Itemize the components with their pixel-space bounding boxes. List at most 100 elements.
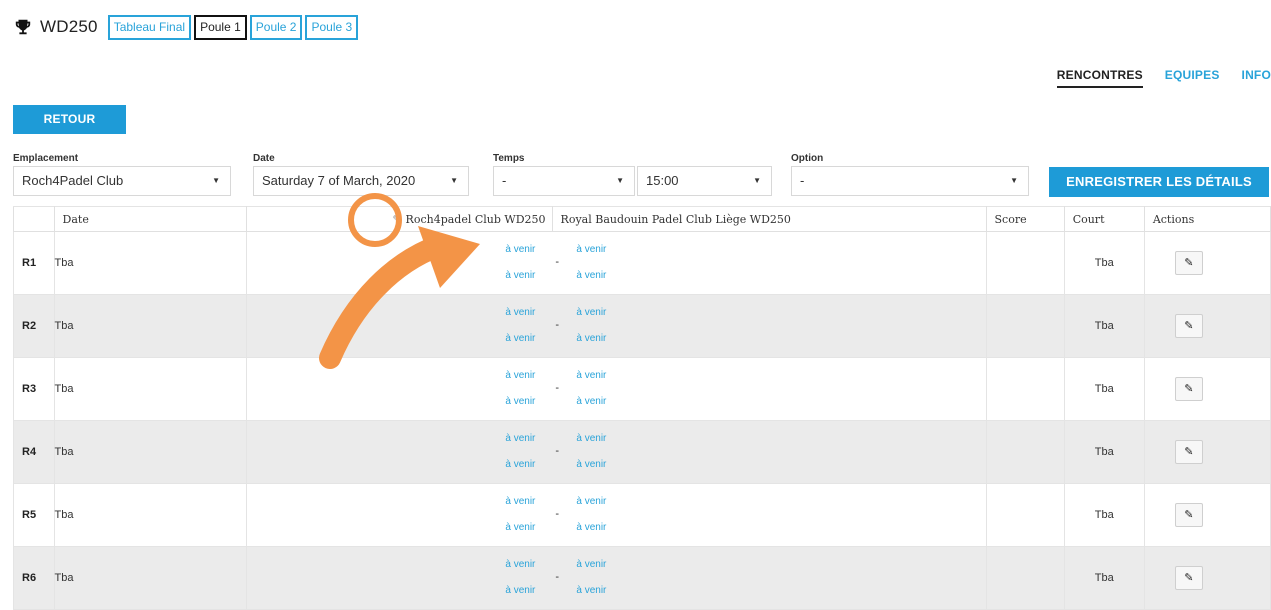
match-score (985, 231, 1065, 295)
round-label: R1 (13, 231, 55, 295)
match-actions: ✎ (1143, 357, 1271, 421)
team1-player2-link[interactable]: à venir (505, 459, 535, 470)
match-date: Tba (53, 420, 248, 484)
emplacement-value: Roch4Padel Club (22, 173, 124, 188)
option-value: - (800, 173, 805, 188)
match-court: Tba (1063, 420, 1145, 484)
team2-player1-link[interactable]: à venir (576, 433, 606, 444)
chevron-down-icon: ▼ (212, 176, 220, 185)
tab-poule-1[interactable]: Poule 1 (194, 14, 247, 40)
team1-player1-link[interactable]: à venir (505, 433, 535, 444)
team2-player1-link[interactable]: à venir (576, 307, 606, 318)
edit-match-button[interactable]: ✎ (1174, 503, 1203, 527)
match-court: Tba (1063, 357, 1145, 421)
match-score (985, 546, 1065, 610)
chevron-down-icon: ▼ (616, 176, 624, 185)
edit-match-button[interactable]: ✎ (1174, 251, 1203, 275)
tab-poule-2[interactable]: Poule 2 (249, 14, 303, 40)
table-row: R5 Tba à venir à venir - à venir à venir… (13, 483, 1271, 547)
edit-icon[interactable]: ✎ (392, 213, 401, 226)
match-actions: ✎ (1143, 294, 1271, 358)
match-separator: - (555, 571, 560, 583)
table-row: R4 Tba à venir à venir - à venir à venir… (13, 420, 1271, 484)
retour-button[interactable]: RETOUR (13, 105, 126, 134)
team2-player1-link[interactable]: à venir (576, 244, 606, 255)
team1-player2-link[interactable]: à venir (505, 270, 535, 281)
match-separator: - (555, 319, 560, 331)
team1-player2-link[interactable]: à venir (505, 585, 535, 596)
match-actions: ✎ (1143, 231, 1271, 295)
team1-player2-link[interactable]: à venir (505, 333, 535, 344)
team2-player2-link[interactable]: à venir (576, 459, 606, 470)
nav-rencontres[interactable]: RENCONTRES (1056, 68, 1143, 88)
match-separator: - (555, 508, 560, 520)
team2-player2-link[interactable]: à venir (576, 396, 606, 407)
team2-player2-link[interactable]: à venir (576, 333, 606, 344)
round-label: R2 (13, 294, 55, 358)
edit-match-button[interactable]: ✎ (1174, 566, 1203, 590)
match-teams: à venir à venir - à venir à venir (246, 357, 987, 421)
section-nav: RENCONTRES EQUIPES INFO (1035, 68, 1271, 88)
round-label: R5 (13, 483, 55, 547)
team1-player2-link[interactable]: à venir (505, 396, 535, 407)
team1-player1-link[interactable]: à venir (505, 559, 535, 570)
matches-table: Date ✎ Roch4padel Club WD250 Royal Baudou… (13, 206, 1271, 610)
edit-match-button[interactable]: ✎ (1174, 377, 1203, 401)
team2-player2-link[interactable]: à venir (576, 270, 606, 281)
nav-info[interactable]: INFO (1242, 68, 1271, 88)
edit-icon: ✎ (1184, 446, 1194, 458)
table-row: R6 Tba à venir à venir - à venir à venir… (13, 546, 1271, 610)
round-label: R6 (13, 546, 55, 610)
team1-player1-link[interactable]: à venir (505, 307, 535, 318)
match-teams: à venir à venir - à venir à venir (246, 294, 987, 358)
round-label: R3 (13, 357, 55, 421)
table-row: R1 Tba à venir à venir - à venir à venir… (13, 231, 1271, 295)
save-details-button[interactable]: ENREGISTRER LES DÉTAILS (1049, 167, 1269, 197)
match-date: Tba (53, 546, 248, 610)
temps-value: - (502, 173, 507, 188)
team1-player1-link[interactable]: à venir (505, 244, 535, 255)
team2-player2-link[interactable]: à venir (576, 522, 606, 533)
team2-player1-link[interactable]: à venir (576, 496, 606, 507)
table-header-row: Date ✎ Roch4padel Club WD250 Royal Baudou… (13, 206, 1271, 232)
team2-player2-link[interactable]: à venir (576, 585, 606, 596)
date-value: Saturday 7 of March, 2020 (262, 173, 416, 188)
team2-player1-link[interactable]: à venir (576, 559, 606, 570)
match-teams: à venir à venir - à venir à venir (246, 420, 987, 484)
score-header: Score (985, 206, 1065, 232)
edit-icon: ✎ (1184, 320, 1194, 332)
tournament-header: WD250 Tableau Final Poule 1 Poule 2 Poul… (14, 14, 361, 40)
match-actions: ✎ (1143, 420, 1271, 484)
edit-icon: ✎ (1184, 383, 1194, 395)
edit-icon: ✎ (1184, 572, 1194, 584)
team1-header-label: Roch4padel Club WD250 (405, 212, 546, 226)
date-select[interactable]: Saturday 7 of March, 2020 ▼ (253, 166, 469, 196)
chevron-down-icon: ▼ (450, 176, 458, 185)
edit-match-button[interactable]: ✎ (1174, 440, 1203, 464)
match-teams: à venir à venir - à venir à venir (246, 483, 987, 547)
match-date: Tba (53, 357, 248, 421)
team1-player1-link[interactable]: à venir (505, 370, 535, 381)
match-court: Tba (1063, 294, 1145, 358)
team2-player1-link[interactable]: à venir (576, 370, 606, 381)
round-header (13, 206, 55, 232)
temps-select[interactable]: - ▼ (493, 166, 635, 196)
team1-player2-link[interactable]: à venir (505, 522, 535, 533)
team1-player1-link[interactable]: à venir (505, 496, 535, 507)
emplacement-select[interactable]: Roch4Padel Club ▼ (13, 166, 231, 196)
court-header: Court (1063, 206, 1145, 232)
option-label: Option (791, 153, 824, 164)
match-actions: ✎ (1143, 483, 1271, 547)
tab-tableau-final[interactable]: Tableau Final (107, 14, 192, 40)
page-title: WD250 (40, 17, 98, 36)
round-label: R4 (13, 420, 55, 484)
match-teams: à venir à venir - à venir à venir (246, 546, 987, 610)
time-select[interactable]: 15:00 ▼ (637, 166, 772, 196)
option-select[interactable]: - ▼ (791, 166, 1029, 196)
match-score (985, 357, 1065, 421)
edit-match-button[interactable]: ✎ (1174, 314, 1203, 338)
match-actions: ✎ (1143, 546, 1271, 610)
edit-icon: ✎ (1184, 509, 1194, 521)
nav-equipes[interactable]: EQUIPES (1165, 68, 1220, 88)
tab-poule-3[interactable]: Poule 3 (305, 14, 359, 40)
